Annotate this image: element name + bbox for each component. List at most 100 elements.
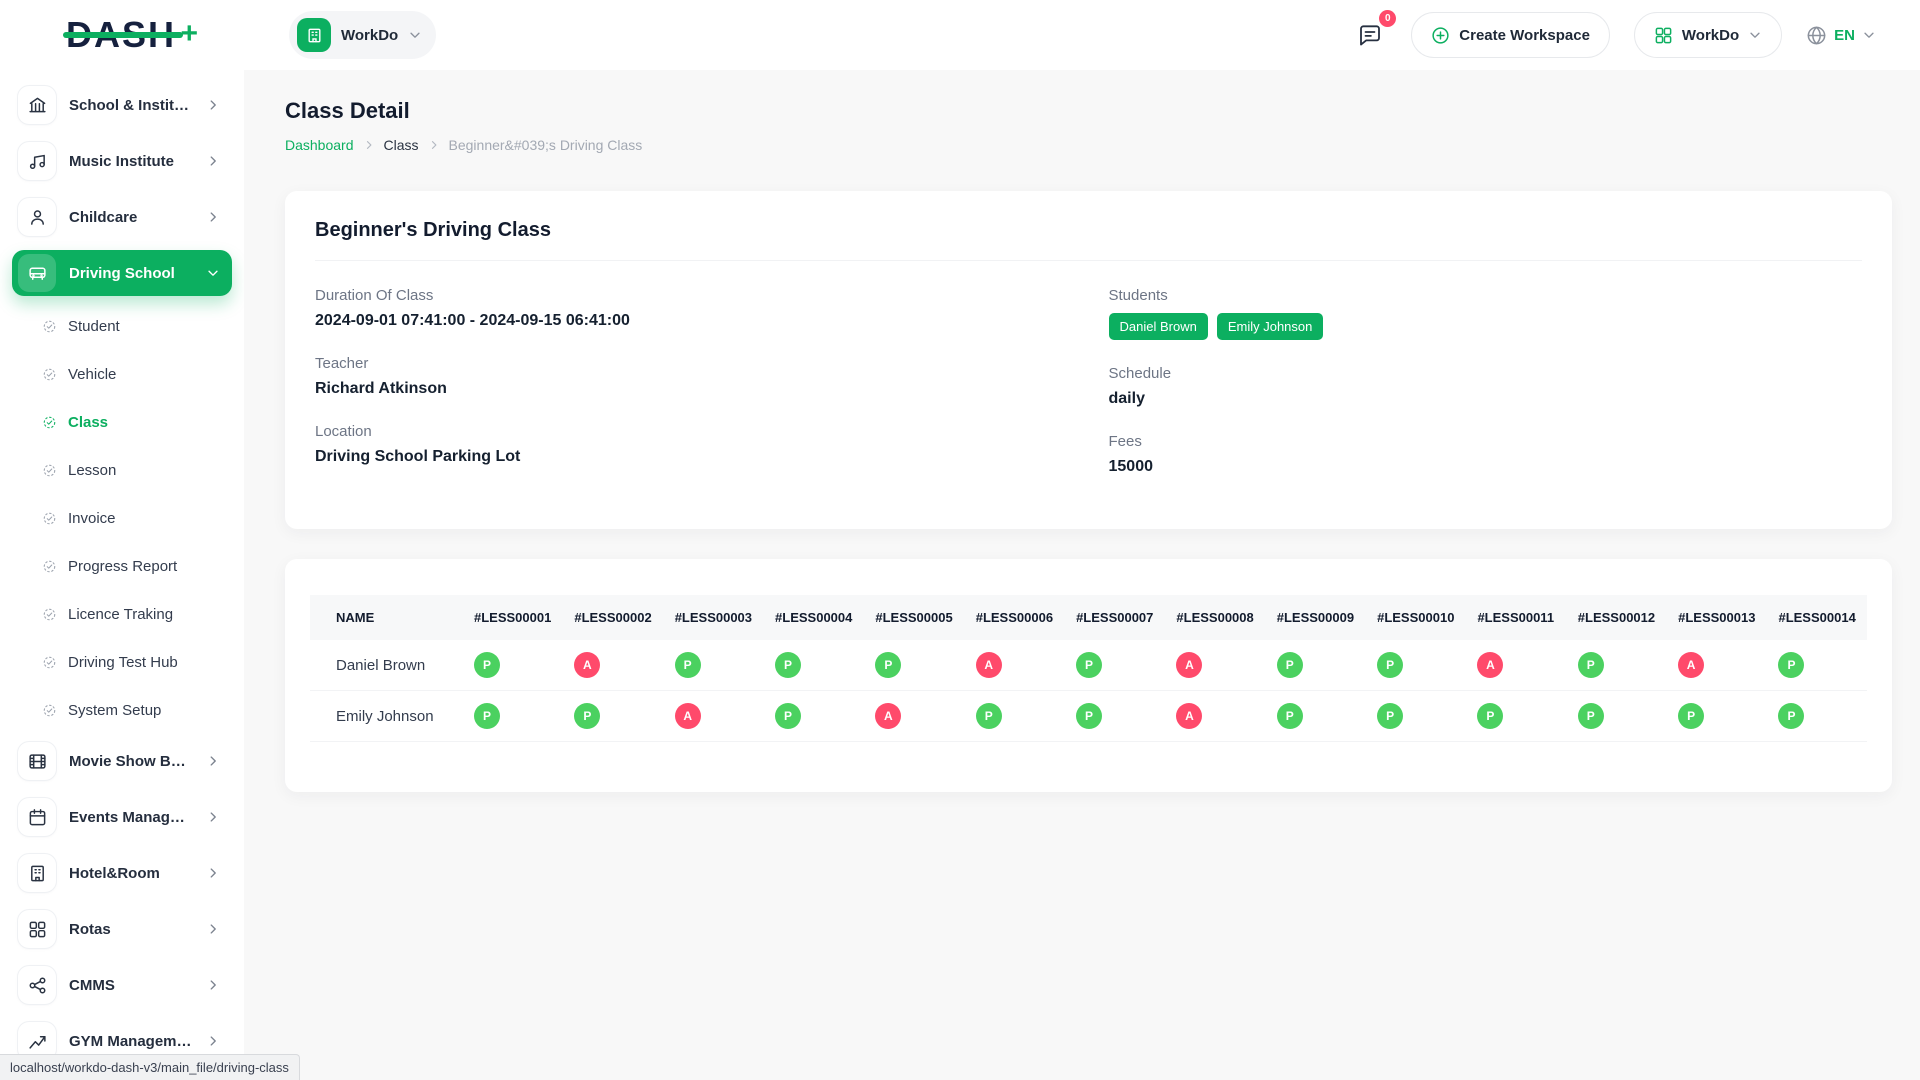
sidebar-subitem-invoice[interactable]: Invoice	[12, 498, 232, 538]
check-seal-icon	[42, 607, 57, 622]
field-label: Students	[1109, 287, 1863, 304]
column-header-less00014: #LESS00014	[1766, 595, 1867, 640]
student-name: Daniel Brown	[310, 640, 462, 691]
sidebar-item-label: GYM Management	[69, 1033, 193, 1050]
column-header-less00002: #LESS00002	[562, 595, 662, 640]
breadcrumb-item-dashboard[interactable]: Dashboard	[285, 137, 354, 153]
field-label: Teacher	[315, 355, 1069, 372]
logo-plus-icon: +	[180, 19, 198, 49]
attendance-present-mark: P	[1778, 652, 1804, 678]
attendance-present-mark: P	[976, 703, 1002, 729]
attendance-cell: P	[1766, 691, 1867, 742]
workspace-switcher[interactable]: WorkDo	[289, 11, 436, 59]
column-header-less00003: #LESS00003	[663, 595, 763, 640]
sidebar-subitem-label: Invoice	[68, 510, 116, 527]
chevron-right-icon	[206, 978, 220, 992]
sidebar-subitem-progress-report[interactable]: Progress Report	[12, 546, 232, 586]
main-content: Class Detail DashboardClassBeginner&#039…	[244, 70, 1920, 1080]
chevron-right-icon	[206, 210, 220, 224]
attendance-present-mark: P	[1377, 652, 1403, 678]
sidebar-item-school-institute[interactable]: School & Institute	[12, 82, 232, 128]
column-header-less00012: #LESS00012	[1566, 595, 1666, 640]
browser-status-bar: localhost/workdo-dash-v3/main_file/drivi…	[0, 1054, 300, 1080]
sidebar-subitem-label: Vehicle	[68, 366, 116, 383]
breadcrumb-item-beginner-039-s-driving-class: Beginner&#039;s Driving Class	[449, 137, 643, 153]
attendance-present-mark: P	[1277, 652, 1303, 678]
field-value: 15000	[1109, 458, 1863, 476]
sidebar-item-movie-show-booking[interactable]: Movie Show Booking	[12, 738, 232, 784]
chevron-right-icon	[206, 922, 220, 936]
sidebar-subitem-label: Driving Test Hub	[68, 654, 178, 671]
attendance-cell: A	[863, 691, 963, 742]
attendance-absent-mark: A	[574, 652, 600, 678]
sidebar-nav: School & Institute Music Institute Childca…	[12, 82, 232, 1064]
hotel-icon	[18, 854, 56, 892]
plus-circle-icon	[1431, 26, 1450, 45]
app-logo[interactable]: DASH +	[66, 17, 176, 53]
chevron-right-icon	[206, 154, 220, 168]
sidebar-item-driving-school[interactable]: Driving School	[12, 250, 232, 296]
attendance-absent-mark: A	[1176, 703, 1202, 729]
student-name: Emily Johnson	[310, 691, 462, 742]
sidebar-item-events-management[interactable]: Events Management	[12, 794, 232, 840]
attendance-card: NAME#LESS00001#LESS00002#LESS00003#LESS0…	[285, 559, 1892, 792]
sidebar-subitem-label: Progress Report	[68, 558, 177, 575]
messages-button[interactable]: 0	[1353, 18, 1387, 52]
chevron-right-icon	[206, 754, 220, 768]
attendance-cell: P	[763, 640, 863, 691]
field-fees: Fees15000	[1109, 433, 1863, 476]
field-label: Location	[315, 423, 1069, 440]
sidebar-item-childcare[interactable]: Childcare	[12, 194, 232, 240]
attendance-absent-mark: A	[1678, 652, 1704, 678]
check-seal-icon	[42, 319, 57, 334]
field-teacher: TeacherRichard Atkinson	[315, 355, 1069, 398]
field-students: Students Daniel BrownEmily Johnson	[1109, 287, 1863, 340]
attendance-present-mark: P	[1076, 703, 1102, 729]
sidebar-item-rotas[interactable]: Rotas	[12, 906, 232, 952]
attendance-present-mark: P	[474, 703, 500, 729]
sidebar-subitem-lesson[interactable]: Lesson	[12, 450, 232, 490]
workspace-dropdown[interactable]: WorkDo	[1634, 12, 1782, 58]
class-card-title: Beginner's Driving Class	[315, 219, 1862, 261]
breadcrumb-item-class[interactable]: Class	[384, 137, 419, 153]
chevron-right-icon	[206, 98, 220, 112]
column-header-less00005: #LESS00005	[863, 595, 963, 640]
attendance-present-mark: P	[1277, 703, 1303, 729]
attendance-cell: P	[1365, 691, 1465, 742]
sidebar-subitem-student[interactable]: Student	[12, 306, 232, 346]
language-selector[interactable]: EN	[1806, 25, 1876, 46]
attendance-cell: P	[1766, 640, 1867, 691]
sidebar-item-label: Rotas	[69, 921, 193, 938]
field-value: daily	[1109, 390, 1863, 408]
globe-icon	[1806, 25, 1827, 46]
building-icon	[297, 18, 331, 52]
sidebar-item-label: Movie Show Booking	[69, 753, 193, 770]
attendance-present-mark: P	[875, 652, 901, 678]
attendance-cell: A	[663, 691, 763, 742]
sidebar-item-music-institute[interactable]: Music Institute	[12, 138, 232, 184]
attendance-cell: A	[1666, 640, 1766, 691]
sidebar-item-label: CMMS	[69, 977, 193, 994]
attendance-cell: P	[1265, 691, 1365, 742]
chevron-right-icon	[206, 866, 220, 880]
attendance-cell: P	[1365, 640, 1465, 691]
sidebar-item-hotel-room[interactable]: Hotel&Room	[12, 850, 232, 896]
attendance-table: NAME#LESS00001#LESS00002#LESS00003#LESS0…	[310, 595, 1867, 742]
sidebar-item-cmms[interactable]: CMMS	[12, 962, 232, 1008]
chevron-down-icon	[206, 266, 220, 280]
sidebar-subitem-class[interactable]: Class	[12, 402, 232, 442]
sidebar-subitem-system-setup[interactable]: System Setup	[12, 690, 232, 730]
column-header-less00009: #LESS00009	[1265, 595, 1365, 640]
attendance-cell: P	[1265, 640, 1365, 691]
column-header-less00007: #LESS00007	[1064, 595, 1164, 640]
sidebar-subitem-vehicle[interactable]: Vehicle	[12, 354, 232, 394]
create-workspace-button[interactable]: Create Workspace	[1411, 12, 1610, 58]
class-info-left-column: Duration Of Class2024-09-01 07:41:00 - 2…	[315, 287, 1069, 501]
sidebar-subitem-driving-test-hub[interactable]: Driving Test Hub	[12, 642, 232, 682]
cmms-icon	[18, 966, 56, 1004]
events-icon	[18, 798, 56, 836]
column-header-less00006: #LESS00006	[964, 595, 1064, 640]
chevron-down-icon	[1862, 28, 1876, 42]
sidebar-subitem-licence-traking[interactable]: Licence Traking	[12, 594, 232, 634]
chat-icon	[1358, 23, 1382, 47]
